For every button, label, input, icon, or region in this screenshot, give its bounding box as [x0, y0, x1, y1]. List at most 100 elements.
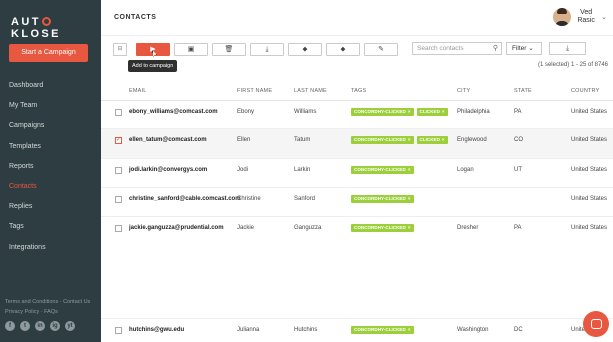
col-state[interactable]: STATE — [514, 88, 532, 94]
close-icon[interactable]: × — [408, 167, 411, 172]
table-row[interactable]: hutchins@gwu.edu Julianna Hutchins Washingt… — [101, 319, 613, 342]
edit-button[interactable]: ✎ — [364, 43, 398, 56]
first-name-cell: Ebony — [237, 109, 255, 115]
country-cell: United States — [571, 109, 608, 115]
col-city[interactable]: CITY — [457, 88, 470, 94]
row-checkbox[interactable]: ✓ — [115, 137, 122, 144]
close-icon[interactable]: × — [408, 225, 411, 230]
export-button[interactable]: ⤓ — [549, 42, 586, 55]
col-country[interactable]: COUNTRY — [571, 88, 600, 94]
search-input[interactable]: Search contacts ⚲ — [412, 42, 502, 55]
chat-launcher-button[interactable] — [583, 311, 609, 337]
email-cell[interactable]: hutchins@gwu.edu — [129, 327, 184, 333]
sidebar-item-tags[interactable]: Tags — [0, 217, 101, 237]
user-menu[interactable]: Ved Rasic ⌄ — [553, 8, 607, 26]
instagram-icon[interactable]: ig — [50, 321, 60, 331]
remove-tag-button[interactable]: ⬥ — [326, 43, 360, 56]
sidebar-item-dashboard[interactable]: Dashboard — [0, 76, 101, 96]
table-row[interactable]: jodi.larkin@convergys.com Jodi Larkin Logan… — [101, 159, 613, 188]
row-checkbox[interactable] — [115, 196, 122, 203]
country-cell: United States — [571, 225, 608, 231]
footer-links: Terms and Conditions · Contact Us Privac… — [5, 297, 90, 317]
last-name-cell: Williams — [294, 109, 317, 115]
tag-chip[interactable]: CONCORDHY-CLICKED × — [351, 166, 414, 174]
youtube-icon[interactable]: yt — [65, 321, 75, 331]
tag-chip[interactable]: CONCORDHY-CLICKED × — [351, 195, 414, 203]
selection-info: (1 selected) 1 - 25 of 8746 — [537, 62, 608, 68]
facebook-icon[interactable]: f — [5, 321, 15, 331]
col-tags[interactable]: TAGS — [351, 88, 366, 94]
app-logo[interactable]: AUTOKLOSE — [11, 16, 101, 40]
sidebar: AUTOKLOSE Start a Campaign DashboardMy T… — [0, 0, 101, 342]
tag-label: CONCORDHY-CLICKED — [354, 327, 406, 332]
tag-chip[interactable]: CONCORDHY-CLICKED × — [351, 326, 414, 334]
table-row[interactable]: jackie.ganguzza@prudential.com Jackie Gang… — [101, 217, 613, 319]
sidebar-item-contacts[interactable]: Contacts — [0, 177, 101, 197]
tooltip-add-to-campaign: Add to campaign — [128, 60, 178, 72]
chevron-down-icon[interactable]: ⌄ — [601, 13, 607, 21]
delete-button[interactable]: 🗑 — [212, 43, 246, 56]
email-cell[interactable]: jodi.larkin@convergys.com — [129, 167, 207, 173]
row-checkbox[interactable] — [115, 225, 122, 232]
table-row[interactable]: ✓ ellen_tatum@comcast.com Ellen Tatum Englew… — [101, 129, 613, 159]
search-placeholder: Search contacts — [417, 45, 464, 52]
col-last-name[interactable]: LAST NAME — [294, 88, 327, 94]
sidebar-item-integrations[interactable]: Integrations — [0, 238, 101, 258]
chat-icon: ▣ — [187, 46, 195, 53]
close-icon[interactable]: × — [408, 327, 411, 332]
tag-chip[interactable]: CONCORDHY-CLICKED × — [351, 224, 414, 232]
table-row[interactable]: christine_sanford@cable.comcast.com Chris… — [101, 188, 613, 217]
tag-chip[interactable]: CLICKED × — [416, 136, 448, 144]
social-links: f t in ig yt — [5, 321, 75, 331]
tag-chip[interactable]: CONCORDHY-CLICKED × — [351, 136, 414, 144]
email-cell[interactable]: jackie.ganguzza@prudential.com — [129, 225, 224, 231]
last-name-cell: Sanford — [294, 196, 316, 202]
avatar[interactable] — [553, 8, 572, 26]
email-cell[interactable]: ebony_williams@comcast.com — [129, 109, 218, 115]
close-icon[interactable]: × — [408, 109, 411, 114]
linkedin-icon[interactable]: in — [35, 321, 45, 331]
filter-dropdown[interactable]: Filter ⌄ — [506, 42, 542, 55]
message-button[interactable]: ▣ — [174, 43, 208, 56]
col-email[interactable]: EMAIL — [129, 88, 147, 94]
logo-o-icon: O — [41, 17, 51, 26]
first-name-cell: Ellen — [237, 137, 251, 143]
state-cell: CO — [514, 137, 523, 143]
last-name-cell: Hutchins — [294, 327, 318, 333]
row-checkbox[interactable] — [115, 109, 122, 116]
row-checkbox[interactable] — [115, 327, 122, 334]
sidebar-item-reports[interactable]: Reports — [0, 157, 101, 177]
sidebar-item-replies[interactable]: Replies — [0, 197, 101, 217]
footer-links-line1[interactable]: Terms and Conditions · Contact Us — [5, 297, 90, 307]
footer-links-line2[interactable]: Privacy Policy · FAQs — [5, 307, 90, 317]
sidebar-item-templates[interactable]: Templates — [0, 137, 101, 157]
toolbar: ⊟ ▶ ▣ 🗑 ⤓ ⬥ ⬥ ✎ Search contacts ⚲ Filter… — [101, 36, 613, 78]
download-icon: ⤓ — [265, 46, 269, 53]
email-cell[interactable]: christine_sanford@cable.comcast.com — [129, 196, 241, 202]
close-icon[interactable]: × — [408, 196, 411, 201]
tag-chip[interactable]: CLICKED × — [416, 108, 448, 116]
email-cell[interactable]: ellen_tatum@comcast.com — [129, 137, 207, 143]
table-row[interactable]: ebony_williams@comcast.com Ebony Williams P… — [101, 101, 613, 129]
twitter-icon[interactable]: t — [20, 321, 30, 331]
sidebar-nav: Dashboard My Team Campaigns Templates Report… — [0, 76, 101, 258]
sidebar-item-campaigns[interactable]: Campaigns — [0, 116, 101, 136]
close-icon[interactable]: × — [408, 137, 411, 142]
tags-cell: CONCORDHY-CLICKED × — [351, 166, 417, 174]
sidebar-item-my-team[interactable]: My Team — [0, 96, 101, 116]
tag-label: CONCORDHY-CLICKED — [354, 225, 406, 230]
tag-chip[interactable]: CONCORDHY-CLICKED × — [351, 108, 414, 116]
close-icon[interactable]: × — [442, 137, 445, 142]
col-first-name[interactable]: FIRST NAME — [237, 88, 272, 94]
select-all-checkbox[interactable]: ⊟ — [113, 43, 127, 56]
download-button[interactable]: ⤓ — [250, 43, 284, 56]
city-cell: Washington — [457, 327, 489, 333]
search-icon: ⚲ — [492, 45, 498, 52]
start-campaign-button[interactable]: Start a Campaign — [9, 44, 88, 62]
filter-label: Filter — [512, 45, 527, 52]
row-checkbox[interactable] — [115, 167, 122, 174]
close-icon[interactable]: × — [442, 109, 445, 114]
country-cell: United States — [571, 137, 608, 143]
last-name-cell: Ganguzza — [294, 225, 322, 231]
add-tag-button[interactable]: ⬥ — [288, 43, 322, 56]
